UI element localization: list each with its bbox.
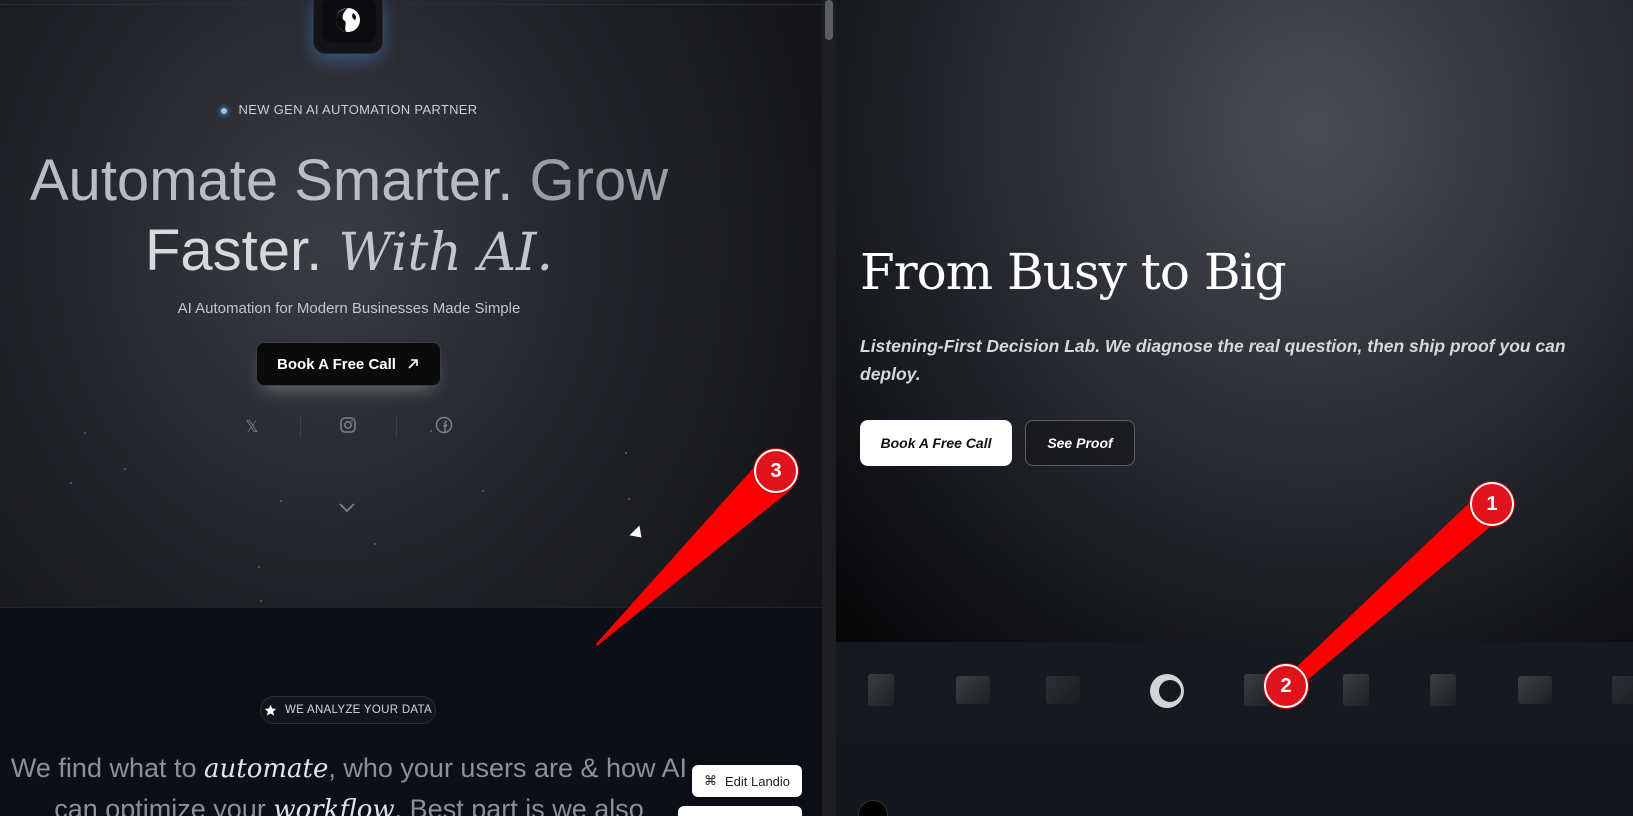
x-icon[interactable]: 𝕏: [228, 417, 276, 437]
top-divider: [0, 4, 822, 5]
hero-badge-label: NEW GEN AI AUTOMATION PARTNER: [238, 102, 478, 117]
secondary-floating-button[interactable]: [678, 806, 802, 816]
right-book-call-button[interactable]: Book A Free Call: [860, 420, 1012, 466]
section-description: We find what to automate, who your users…: [0, 748, 698, 816]
section-text-1: We find what to: [10, 753, 205, 783]
left-browser-pane: NEW GEN AI AUTOMATION PARTNER Automate S…: [0, 0, 822, 816]
social-separator: [299, 416, 301, 438]
right-hero-subtitle: Listening-First Decision Lab. We diagnos…: [860, 336, 1566, 384]
annotation-marker-1: 1: [1470, 482, 1514, 526]
section-text-em-2: workflow: [273, 795, 395, 816]
thumbnail-item[interactable]: [1612, 676, 1633, 704]
book-call-button[interactable]: Book A Free Call: [256, 342, 441, 386]
thumbnail-item[interactable]: [1046, 676, 1080, 704]
facebook-icon[interactable]: [420, 416, 468, 439]
star-icon: [264, 704, 277, 716]
hero-background: [836, 0, 1633, 642]
hero-badge: NEW GEN AI AUTOMATION PARTNER: [0, 102, 698, 117]
right-hero-title: From Busy to Big: [860, 243, 1287, 301]
instagram-icon[interactable]: [324, 416, 372, 439]
thumbnail-item[interactable]: [1518, 676, 1552, 704]
thumbnail-item[interactable]: [1430, 674, 1456, 706]
hero-title-part-4: With AI.: [338, 223, 554, 283]
screen: NEW GEN AI AUTOMATION PARTNER Automate S…: [0, 0, 1633, 816]
mouse-cursor-icon: [629, 525, 647, 543]
hero-subtitle: AI Automation for Modern Businesses Made…: [177, 300, 521, 317]
hero-title-part-1: Automate Smarter.: [29, 148, 514, 213]
thumbnail-item[interactable]: [868, 674, 894, 706]
hero-title: Automate Smarter. Grow Faster. With AI.: [0, 146, 698, 288]
book-call-label: Book A Free Call: [277, 355, 396, 373]
pane-divider-scrollbar[interactable]: [822, 0, 836, 816]
arrow-up-right-icon: [408, 359, 418, 369]
globe-logo-icon: [336, 8, 360, 32]
hero-title-part-3: Faster.: [144, 218, 323, 283]
social-separator: [395, 416, 397, 438]
annotation-marker-2: 2: [1264, 664, 1308, 708]
analyze-badge-label: WE ANALYZE YOUR DATA: [284, 704, 432, 716]
social-links: 𝕏: [228, 415, 468, 439]
section-text-em-1: automate: [204, 754, 329, 784]
status-dot-icon: [220, 107, 227, 114]
chevron-down-icon[interactable]: [338, 500, 356, 518]
edit-landio-label: Edit Landio: [724, 773, 791, 789]
section-text-3: . Best part is we also: [394, 794, 644, 816]
edit-landio-button[interactable]: ⌘ Edit Landio: [692, 765, 802, 797]
annotation-marker-3: 3: [754, 449, 798, 493]
right-browser-pane: From Busy to Big Listening-First Decisio…: [836, 0, 1633, 816]
analyze-badge: WE ANALYZE YOUR DATA: [260, 696, 436, 724]
see-proof-button[interactable]: See Proof: [1025, 420, 1135, 466]
logo-thumbnail-icon[interactable]: [1150, 674, 1184, 708]
thumbnail-item[interactable]: [956, 676, 990, 704]
thumbnail-item[interactable]: [1343, 674, 1369, 706]
floating-avatar-icon[interactable]: [858, 800, 888, 816]
scrollbar-thumb[interactable]: [825, 0, 833, 40]
command-icon: ⌘: [703, 773, 717, 788]
hero-title-part-2: Grow: [529, 148, 669, 213]
